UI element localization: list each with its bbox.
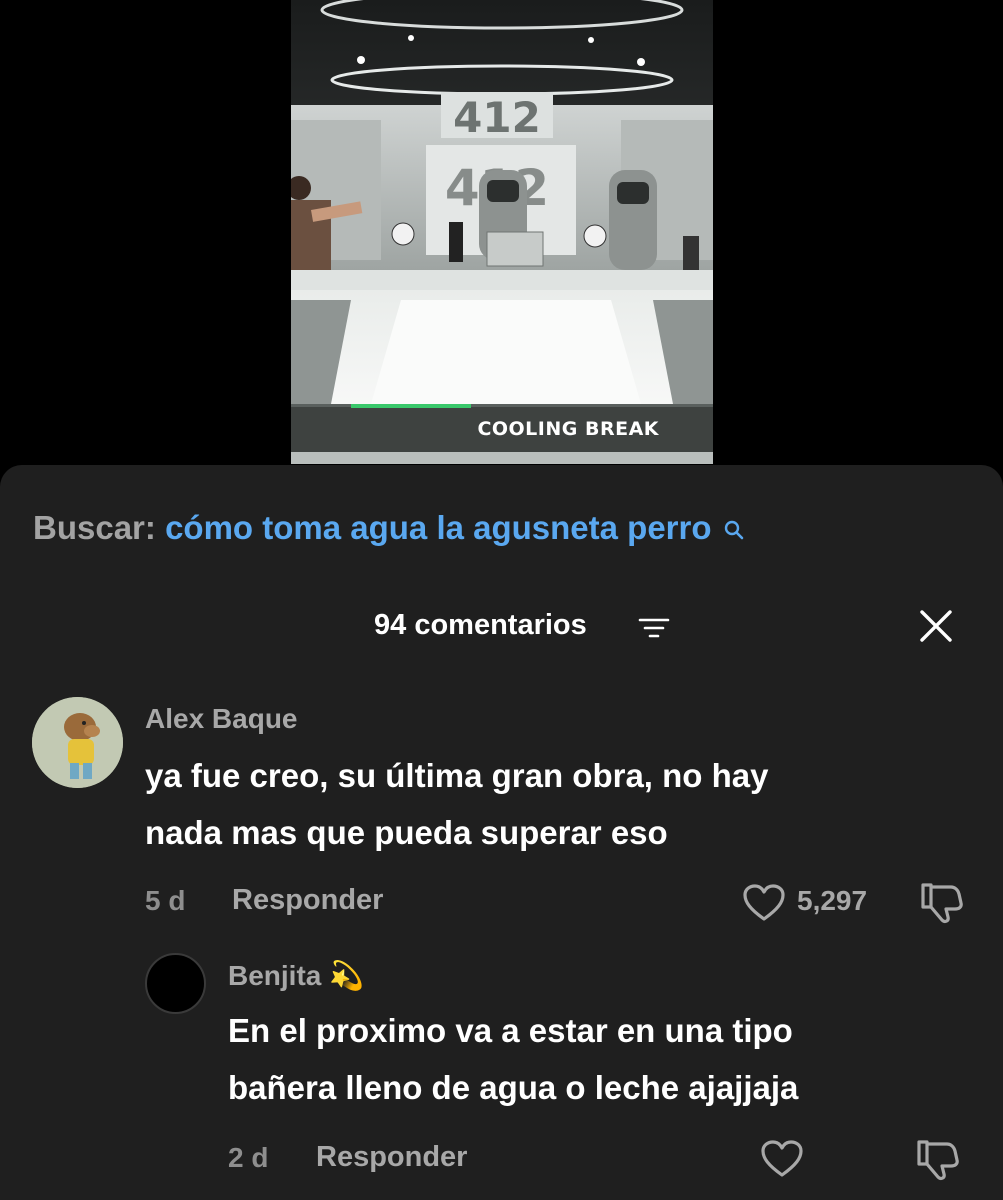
heart-icon[interactable] (760, 1139, 804, 1184)
comment-text-line: En el proximo va a estar en una tipo (228, 1012, 793, 1049)
studio-scene: 412 412 (291, 0, 713, 464)
comments-sheet: Buscar: cómo toma agua la agusneta perro… (0, 465, 1003, 1200)
video-player[interactable]: 412 412 COOLING BREAK (291, 0, 713, 464)
comment-author[interactable]: Benjita 💫 (228, 959, 364, 992)
comment-text-line: bañera lleno de agua o leche ajajjaja (228, 1069, 799, 1106)
author-emoji: 💫 (329, 960, 365, 991)
thumbs-down-icon[interactable] (913, 1138, 961, 1187)
author-name: Benjita (228, 960, 322, 991)
avatar[interactable] (145, 953, 206, 1014)
video-banner-text: COOLING BREAK (477, 418, 659, 440)
comment-timestamp: 2 d (228, 1142, 269, 1173)
studio-sign-text: 412 (453, 93, 541, 142)
reply-comment-item: Benjita 💫 En el proximo va a estar en un… (0, 465, 1003, 1200)
reply-button[interactable]: Responder (316, 1141, 467, 1174)
